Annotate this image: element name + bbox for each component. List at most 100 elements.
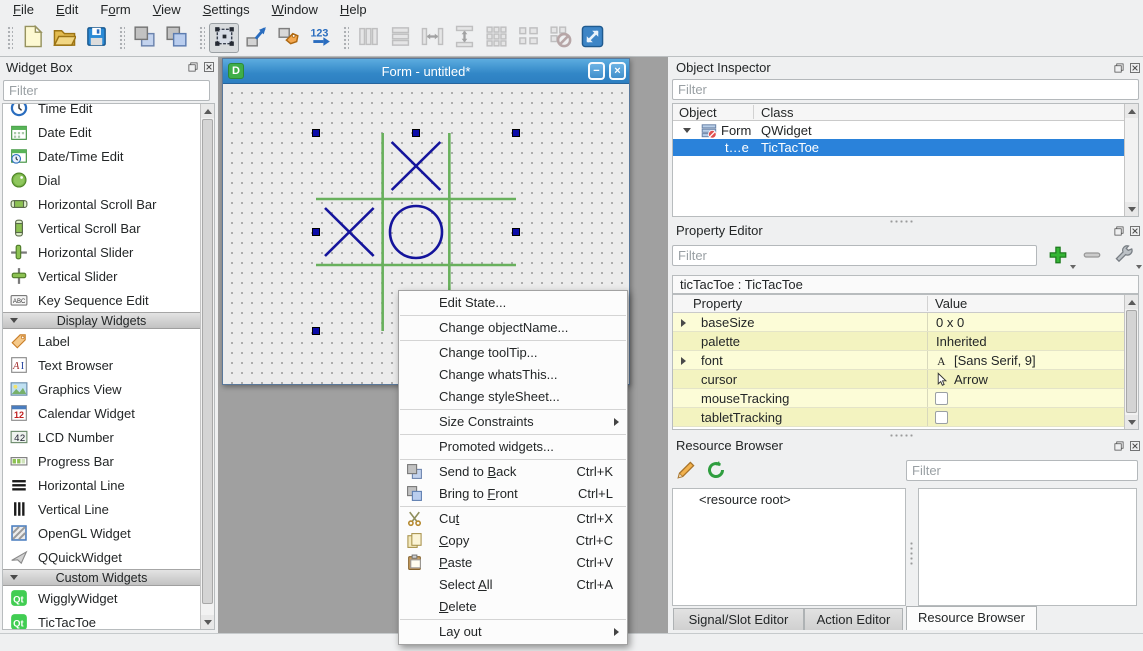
toolbar-drag-handle[interactable]: [198, 25, 205, 51]
context-menu-item-copy[interactable]: CopyCtrl+C: [399, 530, 627, 552]
context-menu-item-bring-to-front[interactable]: Bring to FrontCtrl+L: [399, 483, 627, 505]
menu-file[interactable]: File: [2, 1, 45, 19]
layout-horizontal-button[interactable]: [353, 23, 383, 53]
splitter-handle[interactable]: [908, 540, 913, 566]
widget-item-horizontal-slider[interactable]: Horizontal Slider: [3, 240, 200, 264]
context-menu-item-delete[interactable]: Delete: [399, 596, 627, 618]
toolbar-drag-handle[interactable]: [6, 25, 13, 51]
float-icon[interactable]: [1112, 224, 1125, 237]
widget-item-label[interactable]: Label: [3, 329, 200, 353]
property-row-palette[interactable]: paletteInherited: [673, 332, 1124, 351]
float-icon[interactable]: [186, 60, 199, 73]
widget-item-calendar-widget[interactable]: 12Calendar Widget: [3, 401, 200, 425]
selection-handle[interactable]: [513, 229, 520, 236]
widget-item-vertical-scroll-bar[interactable]: Vertical Scroll Bar: [3, 216, 200, 240]
scroll-down-icon[interactable]: [1125, 202, 1138, 216]
close-button[interactable]: ×: [609, 62, 626, 80]
widget-item-progress-bar[interactable]: Progress Bar: [3, 449, 200, 473]
scrollbar-thumb[interactable]: [1126, 310, 1137, 413]
scroll-up-icon[interactable]: [1125, 295, 1138, 309]
checkbox-unchecked-icon[interactable]: [935, 392, 948, 405]
layout-grid-button[interactable]: [481, 23, 511, 53]
chevron-down-icon[interactable]: [1136, 265, 1142, 269]
menu-edit[interactable]: Edit: [45, 1, 89, 19]
widget-item-date-time-edit[interactable]: Date/Time Edit: [3, 144, 200, 168]
property-value-cell[interactable]: [927, 408, 1124, 426]
property-row-mousetracking[interactable]: mouseTracking: [673, 389, 1124, 408]
scroll-down-icon[interactable]: [201, 615, 214, 629]
edit-tab-order-button[interactable]: 123: [305, 23, 335, 53]
property-row-font[interactable]: fontA[Sans Serif, 9]: [673, 351, 1124, 370]
widget-item-vertical-slider[interactable]: Vertical Slider: [3, 264, 200, 288]
layout-vertical-button[interactable]: [385, 23, 415, 53]
property-table-header[interactable]: Property Value: [673, 295, 1124, 313]
tab-action-editor[interactable]: Action Editor: [804, 608, 903, 630]
context-menu-item-promoted-widgets-[interactable]: Promoted widgets...: [399, 436, 627, 458]
widget-item-vertical-line[interactable]: Vertical Line: [3, 497, 200, 521]
context-menu-item-paste[interactable]: PasteCtrl+V: [399, 552, 627, 574]
menu-help[interactable]: Help: [329, 1, 378, 19]
widget-item-date-edit[interactable]: Date Edit: [3, 120, 200, 144]
resource-browser-filter-input[interactable]: [906, 460, 1138, 481]
tab-resource-browser[interactable]: Resource Browser: [906, 606, 1037, 630]
close-icon[interactable]: [1128, 439, 1141, 452]
property-value-cell[interactable]: Inherited: [927, 332, 1124, 350]
selection-handle[interactable]: [513, 130, 520, 137]
property-row-cursor[interactable]: cursorArrow: [673, 370, 1124, 389]
float-icon[interactable]: [1112, 439, 1125, 452]
selection-handle[interactable]: [313, 130, 320, 137]
widget-item-time-edit[interactable]: Time Edit: [3, 103, 200, 120]
context-menu-item-select-all[interactable]: Select AllCtrl+A: [399, 574, 627, 596]
menu-view[interactable]: View: [142, 1, 192, 19]
menu-form[interactable]: Form: [89, 1, 141, 19]
open-form-button[interactable]: [49, 23, 79, 53]
remove-property-button[interactable]: [1078, 242, 1106, 268]
widget-item-horizontal-scroll-bar[interactable]: Horizontal Scroll Bar: [3, 192, 200, 216]
context-menu-item-change-tooltip-[interactable]: Change toolTip...: [399, 342, 627, 364]
selection-handle[interactable]: [313, 229, 320, 236]
minimize-button[interactable]: −: [588, 62, 605, 80]
context-menu-item-change-stylesheet-[interactable]: Change styleSheet...: [399, 386, 627, 408]
widget-item-dial[interactable]: Dial: [3, 168, 200, 192]
property-value-cell[interactable]: [927, 389, 1124, 407]
widget-box-category-custom-widgets[interactable]: Custom Widgets: [3, 569, 200, 586]
widget-box-filter-input[interactable]: [3, 80, 210, 101]
widget-box-scrollbar[interactable]: [200, 104, 214, 629]
close-icon[interactable]: [1128, 61, 1141, 74]
layout-horizontal-splitter-button[interactable]: [417, 23, 447, 53]
context-menu-item-cut[interactable]: CutCtrl+X: [399, 508, 627, 530]
widget-item-horizontal-line[interactable]: Horizontal Line: [3, 473, 200, 497]
context-menu-item-send-to-back[interactable]: Send to BackCtrl+K: [399, 461, 627, 483]
splitter-handle[interactable]: [888, 432, 914, 437]
property-row-tablettracking[interactable]: tabletTracking: [673, 408, 1124, 427]
object-row-tictactoe[interactable]: t…eTicTacToe: [673, 139, 1125, 156]
adjust-size-button[interactable]: [577, 23, 607, 53]
add-property-button[interactable]: [1044, 242, 1072, 268]
widget-item-qquickwidget[interactable]: QQuickWidget: [3, 545, 200, 569]
scroll-down-icon[interactable]: [1125, 415, 1138, 429]
configure-property-editor-button[interactable]: [1110, 242, 1138, 268]
new-form-button[interactable]: [17, 23, 47, 53]
object-inspector-filter-input[interactable]: [672, 79, 1139, 100]
context-menu-item-change-whatsthis-[interactable]: Change whatsThis...: [399, 364, 627, 386]
toolbar-drag-handle[interactable]: [118, 25, 125, 51]
edit-buddies-button[interactable]: [273, 23, 303, 53]
property-value-cell[interactable]: 0 x 0: [927, 313, 1124, 331]
property-value-cell[interactable]: Arrow: [927, 370, 1124, 388]
selection-handle[interactable]: [413, 130, 420, 137]
expander-right-icon[interactable]: [681, 319, 686, 327]
bring-to-front-button[interactable]: [161, 23, 191, 53]
context-menu-item-size-constraints[interactable]: Size Constraints: [399, 411, 627, 433]
float-icon[interactable]: [1112, 61, 1125, 74]
scroll-up-icon[interactable]: [201, 104, 214, 118]
menu-settings[interactable]: Settings: [192, 1, 261, 19]
object-inspector-scrollbar[interactable]: [1124, 104, 1138, 216]
close-icon[interactable]: [202, 60, 215, 73]
toolbar-drag-handle[interactable]: [342, 25, 349, 51]
widget-item-lcd-number[interactable]: 42LCD Number: [3, 425, 200, 449]
property-editor-filter-input[interactable]: [672, 245, 1037, 266]
widget-item-tictactoe[interactable]: QtTicTacToe: [3, 610, 200, 630]
edit-resources-button[interactable]: [672, 457, 700, 483]
context-menu-item-change-objectname-[interactable]: Change objectName...: [399, 317, 627, 339]
layout-form-button[interactable]: [513, 23, 543, 53]
